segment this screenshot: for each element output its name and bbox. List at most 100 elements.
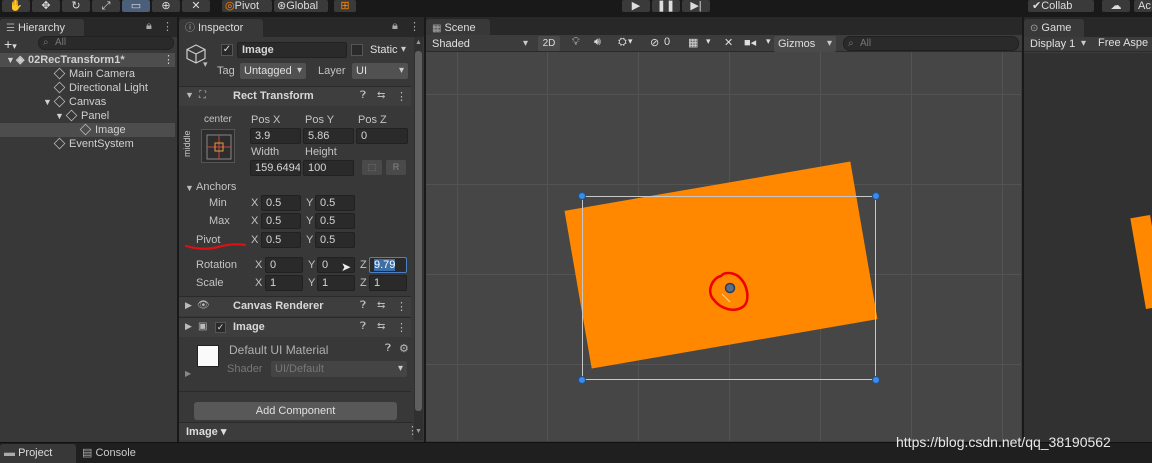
active-checkbox[interactable]: ✓: [221, 44, 233, 56]
menu-dots-icon[interactable]: ⋮: [409, 20, 420, 33]
hierarchy-item-panel[interactable]: ▼ Panel: [0, 109, 175, 123]
max-y-field[interactable]: 0.5: [315, 213, 355, 229]
help-icon[interactable]: ❓︎: [360, 300, 366, 311]
hierarchy-scene-root[interactable]: ▼ ◈ 02RecTransform1* ⋮: [0, 53, 175, 67]
lighting-icon[interactable]: 💡︎: [572, 36, 580, 49]
rect-transform-header[interactable]: ▼ ⛶ Rect Transform ❓︎ ⇆ ⋮: [179, 86, 411, 106]
image-enabled-checkbox[interactable]: ✓: [215, 322, 226, 333]
pivot-toggle[interactable]: ◎Pivot: [222, 0, 272, 12]
layer-dropdown[interactable]: UI: [352, 63, 408, 79]
pivot-x-field[interactable]: 0.5: [261, 232, 301, 248]
scale-y-field[interactable]: 1: [317, 275, 355, 291]
tools-icon[interactable]: ✕: [724, 36, 733, 49]
resize-handle-bottom-right[interactable]: [872, 376, 880, 384]
pivot-y-field[interactable]: 0.5: [315, 232, 355, 248]
hierarchy-item-eventsystem[interactable]: EventSystem: [0, 137, 175, 151]
scene-search-input[interactable]: ⌕ All: [843, 36, 1019, 51]
static-checkbox[interactable]: [351, 44, 363, 56]
add-component-button[interactable]: Add Component: [194, 402, 397, 420]
chevron-down-icon[interactable]: ▾: [766, 36, 771, 47]
scrollbar-thumb[interactable]: [415, 51, 422, 411]
preset-icon[interactable]: ⇆: [377, 300, 385, 311]
help-icon[interactable]: ❓︎: [360, 321, 366, 332]
blueprint-mode-button[interactable]: ⬚: [362, 160, 382, 175]
component-menu-icon[interactable]: ⋮: [396, 300, 407, 313]
account-button[interactable]: Ac: [1134, 0, 1152, 12]
min-y-field[interactable]: 0.5: [315, 195, 355, 211]
raw-edit-button[interactable]: R: [386, 160, 406, 175]
inspector-scrollbar[interactable]: ▲ ▼: [414, 37, 423, 440]
tab-console[interactable]: ▤ Console: [78, 444, 154, 463]
object-name-field[interactable]: Image: [237, 42, 347, 58]
lock-icon[interactable]: 🔒︎: [146, 20, 152, 33]
height-field[interactable]: 100: [303, 160, 354, 176]
aspect-dropdown[interactable]: Free Aspe: [1098, 37, 1148, 49]
resize-handle-top-right[interactable]: [872, 192, 880, 200]
resize-handle-bottom-left[interactable]: [578, 376, 586, 384]
scale-tool-button[interactable]: ⤢: [92, 0, 120, 12]
step-button[interactable]: ▶|: [682, 0, 710, 12]
static-dropdown[interactable]: Static: [366, 42, 410, 58]
max-x-field[interactable]: 0.5: [261, 213, 301, 229]
hierarchy-item-directional-light[interactable]: Directional Light: [0, 81, 175, 95]
global-toggle[interactable]: ⊛Global: [274, 0, 328, 12]
play-button[interactable]: ▶: [622, 0, 650, 12]
help-icon[interactable]: ❓︎: [385, 343, 391, 354]
2d-toggle[interactable]: 2D: [538, 36, 560, 51]
grid-snap-button[interactable]: ⊞: [334, 0, 356, 12]
chevron-down-icon[interactable]: ▾: [706, 36, 711, 47]
collab-button[interactable]: ✔Collab: [1028, 0, 1094, 12]
canvas-renderer-header[interactable]: ▶ 👁︎ Canvas Renderer ❓︎ ⇆ ⋮: [179, 296, 411, 316]
component-menu-icon[interactable]: ⋮: [396, 321, 407, 334]
scroll-up-icon[interactable]: ▲: [415, 39, 422, 46]
tab-inspector[interactable]: ⓘ Inspector: [179, 19, 263, 37]
rect-tool-button[interactable]: ▭: [122, 0, 150, 12]
hierarchy-item-canvas[interactable]: ▼ Canvas: [0, 95, 175, 109]
hierarchy-item-main-camera[interactable]: Main Camera: [0, 67, 175, 81]
tab-project[interactable]: ▬ Project: [0, 444, 76, 463]
collapse-arrow-icon[interactable]: ▶: [185, 369, 191, 378]
tab-hierarchy[interactable]: ☰ Hierarchy: [0, 19, 84, 37]
display-dropdown[interactable]: Display 1: [1026, 36, 1090, 52]
gizmos-dropdown[interactable]: Gizmos: [774, 36, 836, 52]
hierarchy-search-input[interactable]: ⌕ All: [38, 36, 174, 50]
help-icon[interactable]: ❓︎: [360, 90, 366, 101]
tag-dropdown[interactable]: Untagged: [240, 63, 306, 79]
grid-icon[interactable]: ▦: [688, 36, 698, 49]
shading-mode-dropdown[interactable]: Shaded: [428, 36, 532, 52]
anchor-preset-button[interactable]: [201, 129, 235, 163]
scene-menu-icon[interactable]: ⋮: [163, 53, 174, 67]
width-field[interactable]: 159.6494: [250, 160, 301, 176]
audio-icon[interactable]: 🔊︎: [594, 36, 601, 49]
custom-tool-button[interactable]: ✕: [182, 0, 210, 12]
preset-icon[interactable]: ⇆: [377, 321, 385, 332]
pause-button[interactable]: ❚❚: [652, 0, 680, 12]
hidden-objects-icon[interactable]: ⊘: [650, 36, 659, 49]
rotation-z-field[interactable]: 9.79: [369, 257, 407, 273]
rotation-x-field[interactable]: 0: [265, 257, 303, 273]
camera-icon[interactable]: ■◂: [744, 36, 756, 49]
preview-dropdown[interactable]: Image ▾: [186, 425, 226, 438]
image-component-header[interactable]: ▶ ▣ ✓ Image ❓︎ ⇆ ⋮: [179, 317, 411, 337]
lock-icon[interactable]: 🔒︎: [392, 20, 398, 33]
transform-tool-button[interactable]: ⊕: [152, 0, 180, 12]
move-tool-button[interactable]: ✥: [32, 0, 60, 12]
scene-viewport[interactable]: [426, 52, 1021, 441]
component-menu-icon[interactable]: ⋮: [396, 90, 407, 103]
hand-tool-button[interactable]: ✋: [2, 0, 30, 12]
chevron-down-icon[interactable]: ▾: [628, 36, 633, 47]
create-button[interactable]: +▾: [4, 36, 17, 52]
icon-dropdown-icon[interactable]: ▾: [203, 59, 208, 70]
min-x-field[interactable]: 0.5: [261, 195, 301, 211]
gear-icon[interactable]: ⚙: [399, 342, 409, 355]
menu-dots-icon[interactable]: ⋮: [162, 20, 173, 33]
rotate-tool-button[interactable]: ↻: [62, 0, 90, 12]
effects-icon[interactable]: ⛭: [618, 36, 627, 49]
preset-icon[interactable]: ⇆: [377, 90, 385, 101]
hierarchy-item-image[interactable]: Image: [0, 123, 175, 137]
shader-dropdown[interactable]: UI/Default: [271, 361, 407, 377]
scroll-down-icon[interactable]: ▼: [415, 428, 422, 435]
expand-arrow-icon[interactable]: ▼: [185, 183, 194, 193]
scale-x-field[interactable]: 1: [265, 275, 303, 291]
pos-z-field[interactable]: 0: [356, 128, 408, 144]
